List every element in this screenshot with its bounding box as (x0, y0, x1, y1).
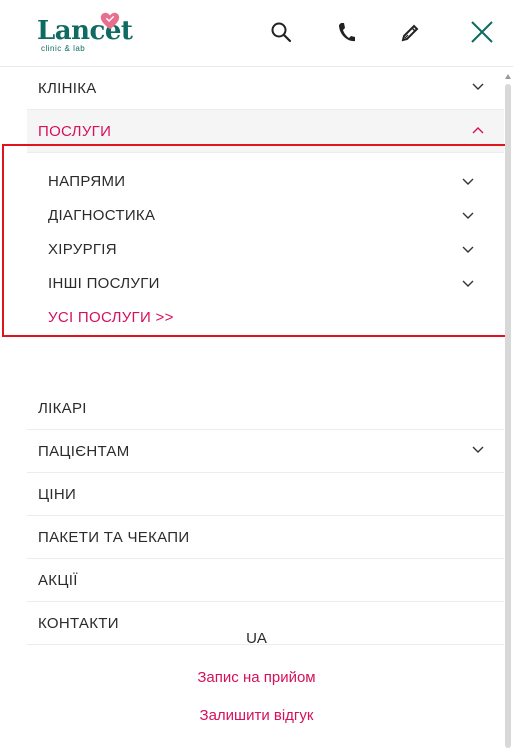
menu-item-label: ПАЦІЄНТАМ (38, 443, 130, 460)
menu-item-patients[interactable]: ПАЦІЄНТАМ (27, 430, 504, 473)
logo[interactable]: Lancet clinic & lab (37, 12, 133, 56)
chevron-down-icon (472, 83, 484, 90)
menu-item-clinic[interactable]: КЛІНІКА (27, 67, 504, 110)
submenu-item-label: ІНШІ ПОСЛУГИ (48, 275, 160, 292)
submenu-item-label: НАПРЯМИ (48, 173, 126, 190)
chevron-down-icon (462, 212, 474, 219)
scroll-up-arrow-icon[interactable] (505, 72, 511, 80)
submenu-item-label: ХІРУРГІЯ (48, 241, 117, 258)
menu-item-label: АКЦІЇ (38, 572, 78, 589)
menu-item-prices[interactable]: ЦІНИ (27, 473, 504, 516)
logo-tagline: clinic & lab (41, 44, 86, 53)
services-submenu: НАПРЯМИ ДІАГНОСТИКА ХІРУРГІЯ ІНШІ ПОСЛУГ… (27, 153, 504, 387)
menu-item-promotions[interactable]: АКЦІЇ (27, 559, 504, 602)
menu-item-label: ЛІКАРІ (38, 400, 87, 417)
submenu-item-directions[interactable]: НАПРЯМИ (27, 165, 504, 199)
heart-icon (100, 12, 120, 30)
submenu-item-surgery[interactable]: ХІРУРГІЯ (27, 233, 504, 267)
chevron-down-icon (472, 446, 484, 453)
chevron-up-icon (472, 127, 484, 134)
submenu-item-label: ДІАГНОСТИКА (48, 207, 156, 224)
pencil-icon[interactable] (397, 18, 425, 46)
phone-icon[interactable] (332, 18, 360, 46)
menu-item-doctors[interactable]: ЛІКАРІ (27, 387, 504, 430)
menu-item-label: ПАКЕТИ ТА ЧЕКАПИ (38, 529, 190, 546)
menu-item-label: КЛІНІКА (38, 80, 97, 97)
submenu-item-other-services[interactable]: ІНШІ ПОСЛУГИ (27, 267, 504, 301)
menu-item-packages[interactable]: ПАКЕТИ ТА ЧЕКАПИ (27, 516, 504, 559)
menu-item-label: ПОСЛУГИ (38, 123, 112, 140)
close-icon[interactable] (468, 18, 496, 46)
search-icon[interactable] (267, 18, 295, 46)
submenu-item-diagnostics[interactable]: ДІАГНОСТИКА (27, 199, 504, 233)
menu-item-label: ЦІНИ (38, 486, 77, 503)
menu-item-services[interactable]: ПОСЛУГИ (27, 110, 504, 153)
main-menu: КЛІНІКА ПОСЛУГИ НАПРЯМИ ДІАГНОСТИКА ХІРУ… (27, 67, 504, 645)
all-services-link[interactable]: УСІ ПОСЛУГИ >> (27, 301, 504, 335)
header: Lancet clinic & lab (0, 0, 513, 66)
appointment-link[interactable]: Запис на прийом (0, 669, 513, 686)
chevron-down-icon (462, 178, 474, 185)
scrollbar[interactable] (505, 84, 511, 748)
language-switcher[interactable]: UA (0, 630, 513, 647)
review-link[interactable]: Залишити відгук (0, 707, 513, 724)
chevron-down-icon (462, 246, 474, 253)
chevron-down-icon (462, 280, 474, 287)
